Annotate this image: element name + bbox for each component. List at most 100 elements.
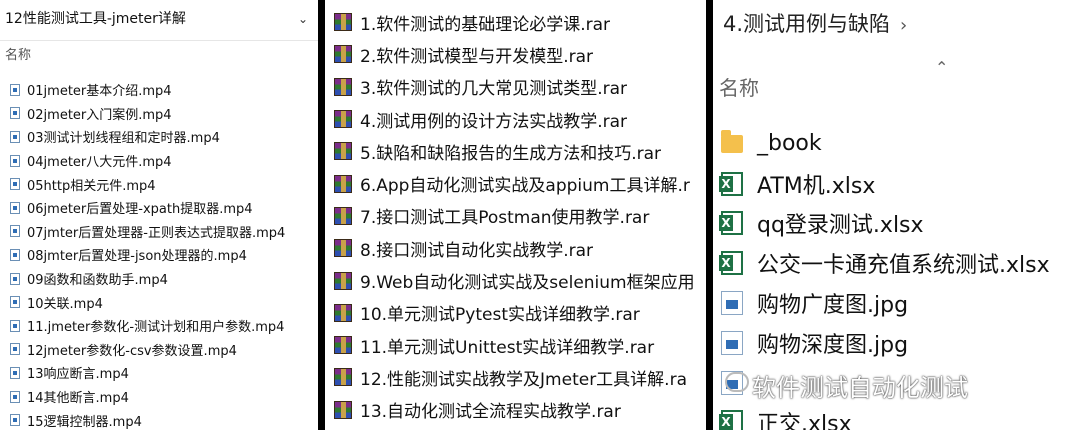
file-name: 11.jmeter参数化-测试计划和用户参数.mp4 bbox=[27, 320, 285, 336]
file-name: 04jmeter八大元件.mp4 bbox=[27, 155, 172, 171]
file-item[interactable]: 03测试计划线程组和定时器.mp4 bbox=[0, 125, 318, 149]
file-item[interactable]: 04jmeter八大元件.mp4 bbox=[0, 149, 318, 173]
file-item[interactable]: ATM机.xlsx bbox=[713, 164, 1080, 204]
xlsx-icon bbox=[719, 171, 743, 196]
video-file-icon bbox=[10, 130, 20, 143]
jpg-icon bbox=[721, 291, 743, 316]
file-item[interactable]: 13响应断言.mp4 bbox=[0, 361, 318, 385]
file-item[interactable]: 05http相关元件.mp4 bbox=[0, 172, 318, 196]
file-item[interactable]: _book bbox=[713, 124, 1080, 164]
folder-title-bar[interactable]: 12性能测试工具-jmeter详解 ⌄ bbox=[0, 0, 318, 41]
rar-archive-icon bbox=[334, 368, 352, 387]
rar-archive-icon bbox=[334, 336, 352, 355]
file-item[interactable]: 4.测试用例的设计方法实战教学.rar bbox=[325, 103, 706, 135]
file-name: 9.Web自动化测试实战及selenium框架应用 bbox=[360, 273, 695, 294]
file-item[interactable]: 1.软件测试的基础理论必学课.rar bbox=[325, 6, 706, 38]
xlsx-icon bbox=[719, 410, 743, 430]
file-name: _book bbox=[757, 131, 822, 157]
file-list: 01jmeter基本介绍.mp4 02jmeter入门案例.mp4 03测试计划线程… bbox=[0, 78, 318, 430]
file-name: qq登录测试.xlsx bbox=[757, 213, 924, 239]
file-name: 购物广度图.jpg bbox=[757, 293, 909, 319]
video-file-icon bbox=[10, 248, 20, 261]
column-header-name[interactable]: 名称 bbox=[0, 41, 318, 71]
video-file-icon bbox=[10, 390, 20, 403]
file-item[interactable]: 购物深度图.jpg bbox=[713, 323, 1080, 363]
breadcrumb-folder[interactable]: 4.测试用例与缺陷 bbox=[723, 12, 890, 36]
file-item[interactable]: 15逻辑控制器.mp4 bbox=[0, 408, 318, 430]
video-file-icon bbox=[10, 272, 20, 285]
file-item[interactable]: 11.jmeter参数化-测试计划和用户参数.mp4 bbox=[0, 314, 318, 338]
file-item[interactable]: 5.缺陷和缺陷报告的生成方法和技巧.rar bbox=[325, 135, 706, 167]
file-name: 05http相关元件.mp4 bbox=[27, 178, 156, 194]
file-name: 3.软件测试的几大常见测试类型.rar bbox=[360, 79, 628, 100]
file-name: 12.性能测试实战教学及Jmeter工具详解.ra bbox=[360, 369, 687, 390]
rar-archive-icon bbox=[334, 174, 352, 193]
file-name: 13.自动化测试全流程实战教学.rar bbox=[360, 402, 621, 423]
chat-bubble-icon bbox=[725, 372, 749, 392]
file-name: 2.软件测试模型与开发模型.rar bbox=[360, 46, 594, 67]
file-item[interactable]: 7.接口测试工具Postman使用教学.rar bbox=[325, 200, 706, 232]
file-item[interactable]: 10关联.mp4 bbox=[0, 290, 318, 314]
chevron-down-icon[interactable]: ⌄ bbox=[298, 0, 308, 38]
video-file-icon bbox=[10, 154, 20, 167]
file-item[interactable]: 2.软件测试模型与开发模型.rar bbox=[325, 38, 706, 70]
video-file-icon bbox=[10, 201, 20, 214]
xlsx-icon bbox=[719, 251, 743, 276]
file-name: 08jmter后置处理-json处理器的.mp4 bbox=[27, 249, 247, 265]
xlsx-icon bbox=[719, 211, 743, 236]
rar-archive-icon bbox=[334, 271, 352, 290]
rar-archive-icon bbox=[334, 239, 352, 258]
explorer-panel-archives: 1.软件测试的基础理论必学课.rar 2.软件测试模型与开发模型.rar 3.软件测… bbox=[325, 0, 706, 430]
file-item[interactable]: 09函数和函数助手.mp4 bbox=[0, 267, 318, 291]
folder-icon bbox=[721, 129, 743, 153]
video-file-icon bbox=[10, 366, 20, 379]
breadcrumb[interactable]: 4.测试用例与缺陷 › bbox=[713, 0, 1080, 52]
file-item[interactable]: 8.接口测试自动化实战教学.rar bbox=[325, 232, 706, 264]
file-name: 10关联.mp4 bbox=[27, 296, 103, 312]
video-file-icon bbox=[10, 178, 20, 191]
file-name: 06jmeter后置处理-xpath提取器.mp4 bbox=[27, 202, 253, 218]
file-name: 8.接口测试自动化实战教学.rar bbox=[360, 240, 594, 261]
file-item[interactable]: 06jmeter后置处理-xpath提取器.mp4 bbox=[0, 196, 318, 220]
file-item[interactable]: 3.软件测试的几大常见测试类型.rar bbox=[325, 71, 706, 103]
rar-archive-icon bbox=[334, 303, 352, 322]
file-item[interactable]: 12jmeter参数化-csv参数设置.mp4 bbox=[0, 338, 318, 362]
file-item[interactable]: 08jmter后置处理-json处理器的.mp4 bbox=[0, 243, 318, 267]
file-name: 15逻辑控制器.mp4 bbox=[27, 414, 142, 430]
file-item[interactable]: 11.单元测试Unittest实战详细教学.rar bbox=[325, 329, 706, 361]
file-item[interactable]: 13.自动化测试全流程实战教学.rar bbox=[325, 394, 706, 426]
file-name: 01jmeter基本介绍.mp4 bbox=[27, 84, 172, 100]
file-item[interactable]: 12.性能测试实战教学及Jmeter工具详解.ra bbox=[325, 361, 706, 393]
file-item[interactable]: 购物广度图.jpg bbox=[713, 283, 1080, 323]
rar-archive-icon bbox=[334, 13, 352, 32]
file-item[interactable]: 10.单元测试Pytest实战详细教学.rar bbox=[325, 297, 706, 329]
video-file-icon bbox=[10, 225, 20, 238]
chevron-right-icon[interactable]: › bbox=[900, 15, 907, 36]
file-item[interactable]: 01jmeter基本介绍.mp4 bbox=[0, 78, 318, 102]
file-item[interactable]: 9.Web自动化测试实战及selenium框架应用 bbox=[325, 264, 706, 296]
sort-up-icon[interactable]: ⌃ bbox=[935, 58, 948, 77]
jpg-icon bbox=[721, 330, 743, 355]
watermark: 软件测试自动化测试 bbox=[752, 374, 968, 402]
explorer-panel-jmeter: 12性能测试工具-jmeter详解 ⌄ 名称 01jmeter基本介绍.mp4 0… bbox=[0, 0, 318, 430]
file-name: 13响应断言.mp4 bbox=[27, 367, 129, 383]
file-item[interactable]: 公交一卡通充值系统测试.xlsx bbox=[713, 243, 1080, 283]
file-name: 1.软件测试的基础理论必学课.rar bbox=[360, 14, 611, 35]
file-item[interactable]: 07jmter后置处理器-正则表达式提取器.mp4 bbox=[0, 220, 318, 244]
file-name: 6.App自动化测试实战及appium工具详解.r bbox=[360, 176, 690, 197]
file-name: 10.单元测试Pytest实战详细教学.rar bbox=[360, 305, 640, 326]
file-name: 14其他断言.mp4 bbox=[27, 391, 129, 407]
column-header-name[interactable]: 名称 bbox=[719, 72, 759, 101]
file-item[interactable]: qq登录测试.xlsx bbox=[713, 204, 1080, 244]
rar-archive-icon bbox=[334, 110, 352, 129]
video-file-icon bbox=[10, 107, 20, 120]
file-name: ATM机.xlsx bbox=[757, 173, 876, 199]
file-list: 1.软件测试的基础理论必学课.rar 2.软件测试模型与开发模型.rar 3.软件测… bbox=[325, 6, 706, 426]
folder-title: 12性能测试工具-jmeter详解 bbox=[5, 11, 186, 27]
file-name: 正交.xlsx bbox=[757, 412, 852, 430]
file-item[interactable]: 14其他断言.mp4 bbox=[0, 385, 318, 409]
file-name: 03测试计划线程组和定时器.mp4 bbox=[27, 131, 220, 147]
file-item[interactable]: 6.App自动化测试实战及appium工具详解.r bbox=[325, 167, 706, 199]
file-item[interactable]: 正交.xlsx bbox=[713, 403, 1080, 430]
file-item[interactable]: 02jmeter入门案例.mp4 bbox=[0, 102, 318, 126]
